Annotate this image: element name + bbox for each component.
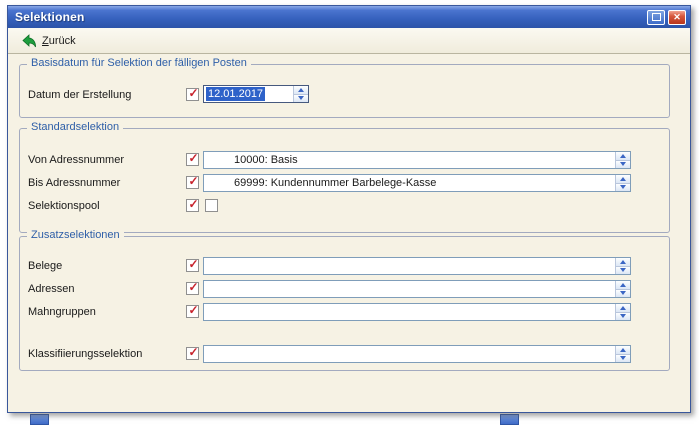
date-spinner [293,86,308,102]
check-icon: ✓ [188,153,199,164]
arrow-up-icon [620,177,626,181]
window-title: Selektionen [15,10,644,24]
date-field[interactable]: 12.01.2017 [203,85,309,103]
klassifizierungsselektion-label: Klassifiierungsselektion [28,348,142,360]
adressen-field[interactable] [203,280,631,298]
mahngruppen-label: Mahngruppen [28,306,96,318]
klassifizierungsselektion-checkbox[interactable]: ✓ [186,347,199,360]
standard-group-title: Standardselektion [27,121,123,133]
zusatz-group-title: Zusatzselektionen [27,229,124,241]
von-adressnummer-checkbox[interactable]: ✓ [186,153,199,166]
klassifizierungsselektion-spinner [615,346,630,362]
bis-adressnummer-checkbox[interactable]: ✓ [186,176,199,189]
von-adressnummer-spinner [615,152,630,168]
check-icon: ✓ [188,282,199,293]
close-button[interactable]: ✕ [668,10,686,25]
arrow-down-icon [620,356,626,360]
spinner-up-button[interactable] [294,86,308,94]
arrow-up-icon [620,306,626,310]
adressen-label: Adressen [28,283,74,295]
spinner-down-button[interactable] [616,183,630,192]
standard-group: Standardselektion Von Adressnummer ✓ 100… [19,128,670,233]
selektionspool-label: Selektionspool [28,200,100,212]
date-value: 12.01.2017 [206,87,265,101]
belege-field[interactable] [203,257,631,275]
mahngruppen-checkbox[interactable]: ✓ [186,305,199,318]
arrow-down-icon [620,162,626,166]
spinner-up-button[interactable] [616,281,630,289]
von-adressnummer-field[interactable]: 10000: Basis [203,151,631,169]
adressen-checkbox[interactable]: ✓ [186,282,199,295]
close-icon: ✕ [673,13,681,22]
arrow-down-icon [298,96,304,100]
arrow-up-icon [620,348,626,352]
arrow-down-icon [620,268,626,272]
spinner-up-button[interactable] [616,304,630,312]
dialog-window: Selektionen ✕ Zurück Basisdatum für Sele… [7,5,691,413]
arrow-up-icon [620,283,626,287]
spinner-down-button[interactable] [616,160,630,169]
arrow-up-icon [298,88,304,92]
bis-adressnummer-spinner [615,175,630,191]
spinner-up-button[interactable] [616,258,630,266]
restore-icon [652,13,661,21]
background-window-fragment [500,414,519,425]
check-icon: ✓ [188,305,199,316]
back-button[interactable]: Zurück [14,31,84,51]
selektionspool-checkbox[interactable] [205,199,218,212]
bis-adressnummer-value: 69999: Kundennummer Barbelege-Kasse [204,177,436,189]
arrow-down-icon [620,314,626,318]
check-icon: ✓ [188,259,199,270]
arrow-up-icon [620,260,626,264]
zusatz-group: Zusatzselektionen Belege ✓ Adressen ✓ [19,236,670,371]
spinner-up-button[interactable] [616,152,630,160]
back-button-label: Zurück [42,35,76,47]
arrow-down-icon [620,185,626,189]
von-adressnummer-value: 10000: Basis [204,154,298,166]
arrow-down-icon [620,291,626,295]
arrow-up-icon [620,154,626,158]
belege-checkbox[interactable]: ✓ [186,259,199,272]
mahngruppen-field[interactable] [203,303,631,321]
basis-group-title: Basisdatum für Selektion der fälligen Po… [27,57,251,69]
toolbar: Zurück [8,28,690,54]
mahngruppen-spinner [615,304,630,320]
check-icon: ✓ [188,199,199,210]
titlebar[interactable]: Selektionen ✕ [8,6,690,28]
spinner-up-button[interactable] [616,175,630,183]
bis-adressnummer-field[interactable]: 69999: Kundennummer Barbelege-Kasse [203,174,631,192]
date-label: Datum der Erstellung [28,89,131,101]
client-area: Basisdatum für Selektion der fälligen Po… [8,54,690,412]
basis-group: Basisdatum für Selektion der fälligen Po… [19,64,670,118]
spinner-down-button[interactable] [616,354,630,363]
spinner-down-button[interactable] [294,94,308,103]
spinner-down-button[interactable] [616,266,630,275]
spinner-up-button[interactable] [616,346,630,354]
klassifizierungsselektion-field[interactable] [203,345,631,363]
restore-button[interactable] [647,10,665,25]
bis-adressnummer-label: Bis Adressnummer [28,177,120,189]
background-window-fragment [30,414,49,425]
check-icon: ✓ [188,88,199,99]
von-adressnummer-label: Von Adressnummer [28,154,124,166]
spinner-down-button[interactable] [616,312,630,321]
back-arrow-icon [22,34,37,48]
check-icon: ✓ [188,176,199,187]
date-checkbox[interactable]: ✓ [186,88,199,101]
adressen-spinner [615,281,630,297]
spinner-down-button[interactable] [616,289,630,298]
selektionspool-enable-checkbox[interactable]: ✓ [186,199,199,212]
check-icon: ✓ [188,347,199,358]
belege-spinner [615,258,630,274]
belege-label: Belege [28,260,62,272]
